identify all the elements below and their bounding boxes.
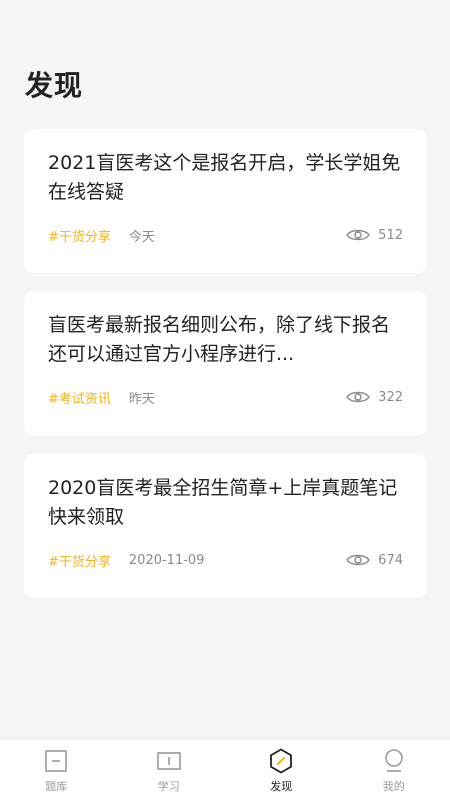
view-count-value: 512 xyxy=(378,227,403,243)
tab-label: 题库 xyxy=(45,780,68,793)
tab-discover[interactable]: 发现 xyxy=(225,740,338,800)
article-meta: #干货分享 2020-11-09 674 xyxy=(48,550,403,570)
article-tag[interactable]: #干货分享 xyxy=(48,226,111,245)
question-bank-icon xyxy=(45,750,68,772)
article-card[interactable]: 盲医考最新报名细则公布，除了线下报名还可以通过官方小程序进行... #考试资讯 … xyxy=(24,291,427,435)
article-tag[interactable]: #考试资讯 xyxy=(48,388,111,407)
view-count-value: 674 xyxy=(378,552,403,568)
tab-label: 学习 xyxy=(157,780,180,793)
view-count: 674 xyxy=(346,553,403,568)
study-icon xyxy=(156,752,181,770)
article-meta: #干货分享 今天 512 xyxy=(48,225,403,245)
article-date: 2020-11-09 xyxy=(128,552,205,568)
discover-icon xyxy=(270,748,293,774)
article-title: 盲医考最新报名细则公布，除了线下报名还可以通过官方小程序进行... xyxy=(48,314,391,365)
article-title: 2021盲医考这个是报名开启，学长学姐免在线答疑 xyxy=(48,152,401,203)
article-meta: #考试资讯 昨天 322 xyxy=(48,387,403,407)
article-date: 今天 xyxy=(128,229,155,245)
bottom-tab-bar: 题库 学习 发现 我的 xyxy=(0,739,450,800)
page-title: 发现 xyxy=(25,69,84,102)
view-count: 322 xyxy=(346,390,403,405)
article-card[interactable]: 2021盲医考这个是报名开启，学长学姐免在线答疑 #干货分享 今天 512 xyxy=(24,129,427,273)
tab-study[interactable]: 学习 xyxy=(113,740,226,800)
profile-icon xyxy=(384,749,403,772)
tab-profile[interactable]: 我的 xyxy=(338,740,450,800)
tab-label: 我的 xyxy=(382,780,405,793)
tab-label: 发现 xyxy=(270,780,293,793)
view-count-value: 322 xyxy=(378,389,403,405)
eye-icon xyxy=(346,229,371,241)
article-card[interactable]: 2020盲医考最全招生简章+上岸真题笔记快来领取 #干货分享 2020-11-0… xyxy=(24,454,427,598)
article-title: 2020盲医考最全招生简章+上岸真题笔记快来领取 xyxy=(48,477,398,528)
tab-question-bank[interactable]: 题库 xyxy=(0,740,113,800)
view-count: 512 xyxy=(346,228,403,243)
article-tag[interactable]: #干货分享 xyxy=(48,551,111,570)
eye-icon xyxy=(346,554,371,566)
eye-icon xyxy=(346,391,371,403)
article-date: 昨天 xyxy=(128,391,155,407)
